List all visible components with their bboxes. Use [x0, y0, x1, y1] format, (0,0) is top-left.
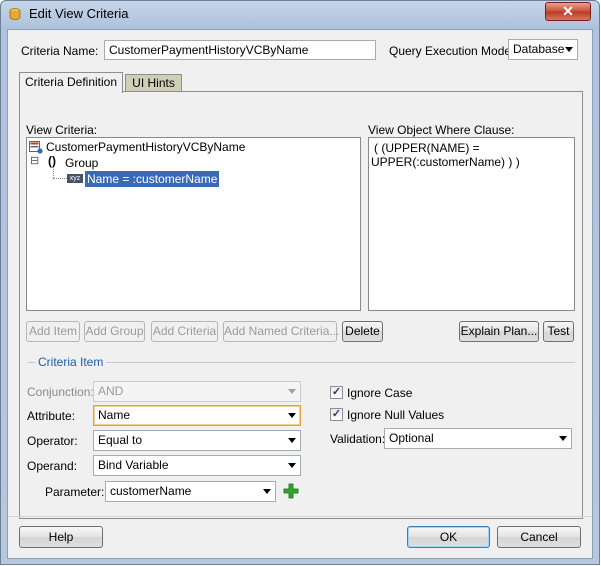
- help-button[interactable]: Help: [19, 526, 103, 548]
- conjunction-value: AND: [98, 384, 124, 398]
- chevron-down-icon: [288, 413, 296, 418]
- group-icon: (): [48, 154, 56, 168]
- view-criteria-label: View Criteria:: [26, 123, 98, 137]
- criteria-item-section-label: Criteria Item: [38, 355, 104, 369]
- operator-select[interactable]: Equal to: [93, 430, 301, 451]
- add-named-criteria-button[interactable]: Add Named Criteria...: [223, 321, 339, 342]
- conjunction-label: Conjunction:: [27, 385, 94, 399]
- operand-label: Operand:: [27, 459, 78, 473]
- collapse-icon[interactable]: ⊟: [30, 154, 39, 167]
- parameter-label: Parameter:: [45, 485, 105, 499]
- validation-label: Validation:: [330, 432, 386, 446]
- criteria-definition-panel: View Criteria: CustomerPaymentHistoryVCB…: [19, 91, 583, 519]
- dialog-body: Criteria Name: CustomerPaymentHistoryVCB…: [7, 29, 593, 559]
- validation-value: Optional: [389, 431, 434, 445]
- tree-root-item[interactable]: CustomerPaymentHistoryVCByName: [46, 140, 245, 154]
- operator-value: Equal to: [98, 433, 143, 447]
- test-button[interactable]: Test: [543, 321, 574, 342]
- chevron-down-icon: [288, 389, 296, 394]
- close-window-button[interactable]: ✕: [545, 2, 591, 21]
- tree-criteria-item[interactable]: Name = :customerName: [85, 171, 220, 187]
- delete-button[interactable]: Delete: [342, 321, 383, 342]
- where-clause-label: View Object Where Clause:: [368, 123, 515, 137]
- parameter-select[interactable]: customerName: [105, 481, 276, 502]
- add-group-button[interactable]: Add Group: [84, 321, 145, 342]
- add-parameter-icon[interactable]: [283, 483, 299, 499]
- chevron-down-icon: [565, 47, 573, 52]
- section-divider: [106, 362, 575, 363]
- attribute-icon: xyz: [67, 174, 83, 183]
- ignore-null-values-checkbox[interactable]: ✓: [330, 408, 343, 421]
- chevron-down-icon: [559, 436, 567, 441]
- explain-plan-button[interactable]: Explain Plan...: [459, 321, 539, 342]
- section-divider: [28, 362, 36, 363]
- operand-select[interactable]: Bind Variable: [93, 455, 301, 476]
- validation-select[interactable]: Optional: [384, 428, 572, 449]
- tree-connector: [53, 169, 54, 178]
- footer-divider: [8, 516, 592, 517]
- chevron-down-icon: [288, 438, 296, 443]
- window-title: Edit View Criteria: [29, 6, 129, 21]
- view-criteria-icon: [29, 141, 43, 154]
- attribute-label: Attribute:: [27, 409, 76, 423]
- cancel-button[interactable]: Cancel: [497, 526, 581, 548]
- where-clause-line: ( (UPPER(NAME) =: [374, 141, 480, 155]
- operand-value: Bind Variable: [98, 458, 169, 472]
- tree-connector: [53, 178, 67, 179]
- tree-group-item[interactable]: Group: [65, 156, 98, 170]
- attribute-select[interactable]: Name: [93, 405, 301, 426]
- attribute-value: Name: [98, 408, 131, 422]
- conjunction-select[interactable]: AND: [93, 381, 301, 402]
- title-bar: Edit View Criteria ✕: [1, 1, 599, 27]
- app-icon: [9, 8, 21, 20]
- tab-ui-hints[interactable]: UI Hints: [125, 74, 182, 91]
- operator-label: Operator:: [27, 434, 78, 448]
- add-criteria-button[interactable]: Add Criteria: [151, 321, 218, 342]
- tab-criteria-definition[interactable]: Criteria Definition: [19, 72, 123, 93]
- parameter-value: customerName: [110, 484, 192, 498]
- chevron-down-icon: [263, 489, 271, 494]
- where-clause-line: UPPER(:customerName) ) ): [371, 155, 520, 169]
- ignore-null-values-label: Ignore Null Values: [347, 408, 445, 422]
- query-mode-label: Query Execution Mode:: [389, 44, 515, 58]
- query-mode-select[interactable]: Database: [508, 39, 578, 60]
- query-mode-value: Database: [513, 42, 565, 56]
- where-clause-text: ( (UPPER(NAME) = UPPER(:customerName) ) …: [368, 137, 575, 311]
- chevron-down-icon: [288, 463, 296, 468]
- criteria-name-label: Criteria Name:: [21, 44, 99, 58]
- ignore-case-label: Ignore Case: [347, 386, 413, 400]
- criteria-name-field[interactable]: CustomerPaymentHistoryVCByName: [104, 40, 376, 60]
- view-criteria-tree[interactable]: CustomerPaymentHistoryVCByName ⊟ () Grou…: [26, 137, 361, 311]
- ok-button[interactable]: OK: [407, 526, 490, 548]
- add-item-button[interactable]: Add Item: [26, 321, 80, 342]
- ignore-case-checkbox[interactable]: ✓: [330, 386, 343, 399]
- edit-view-criteria-dialog: Edit View Criteria ✕ Criteria Name: Cust…: [0, 0, 600, 565]
